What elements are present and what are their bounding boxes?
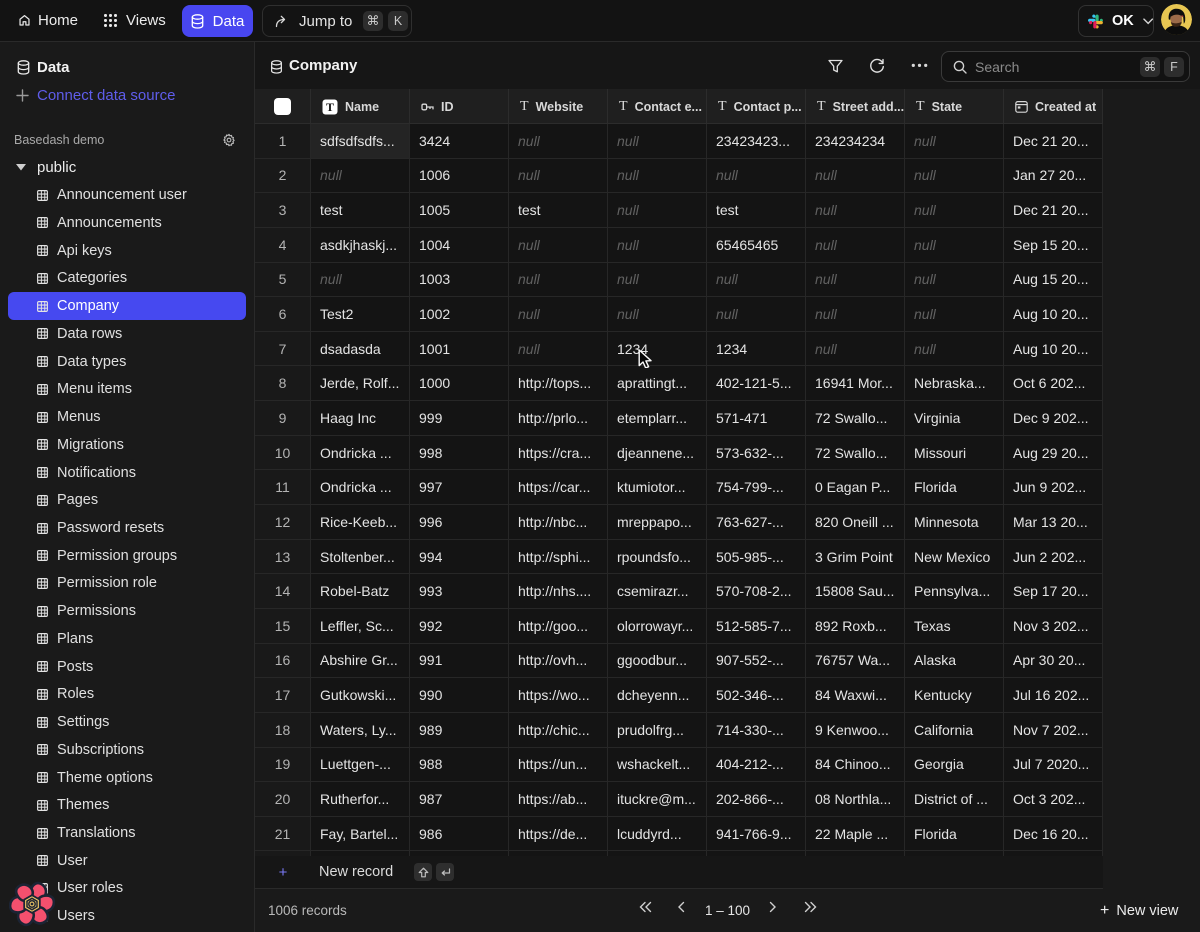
svg-text:T: T	[326, 100, 334, 114]
